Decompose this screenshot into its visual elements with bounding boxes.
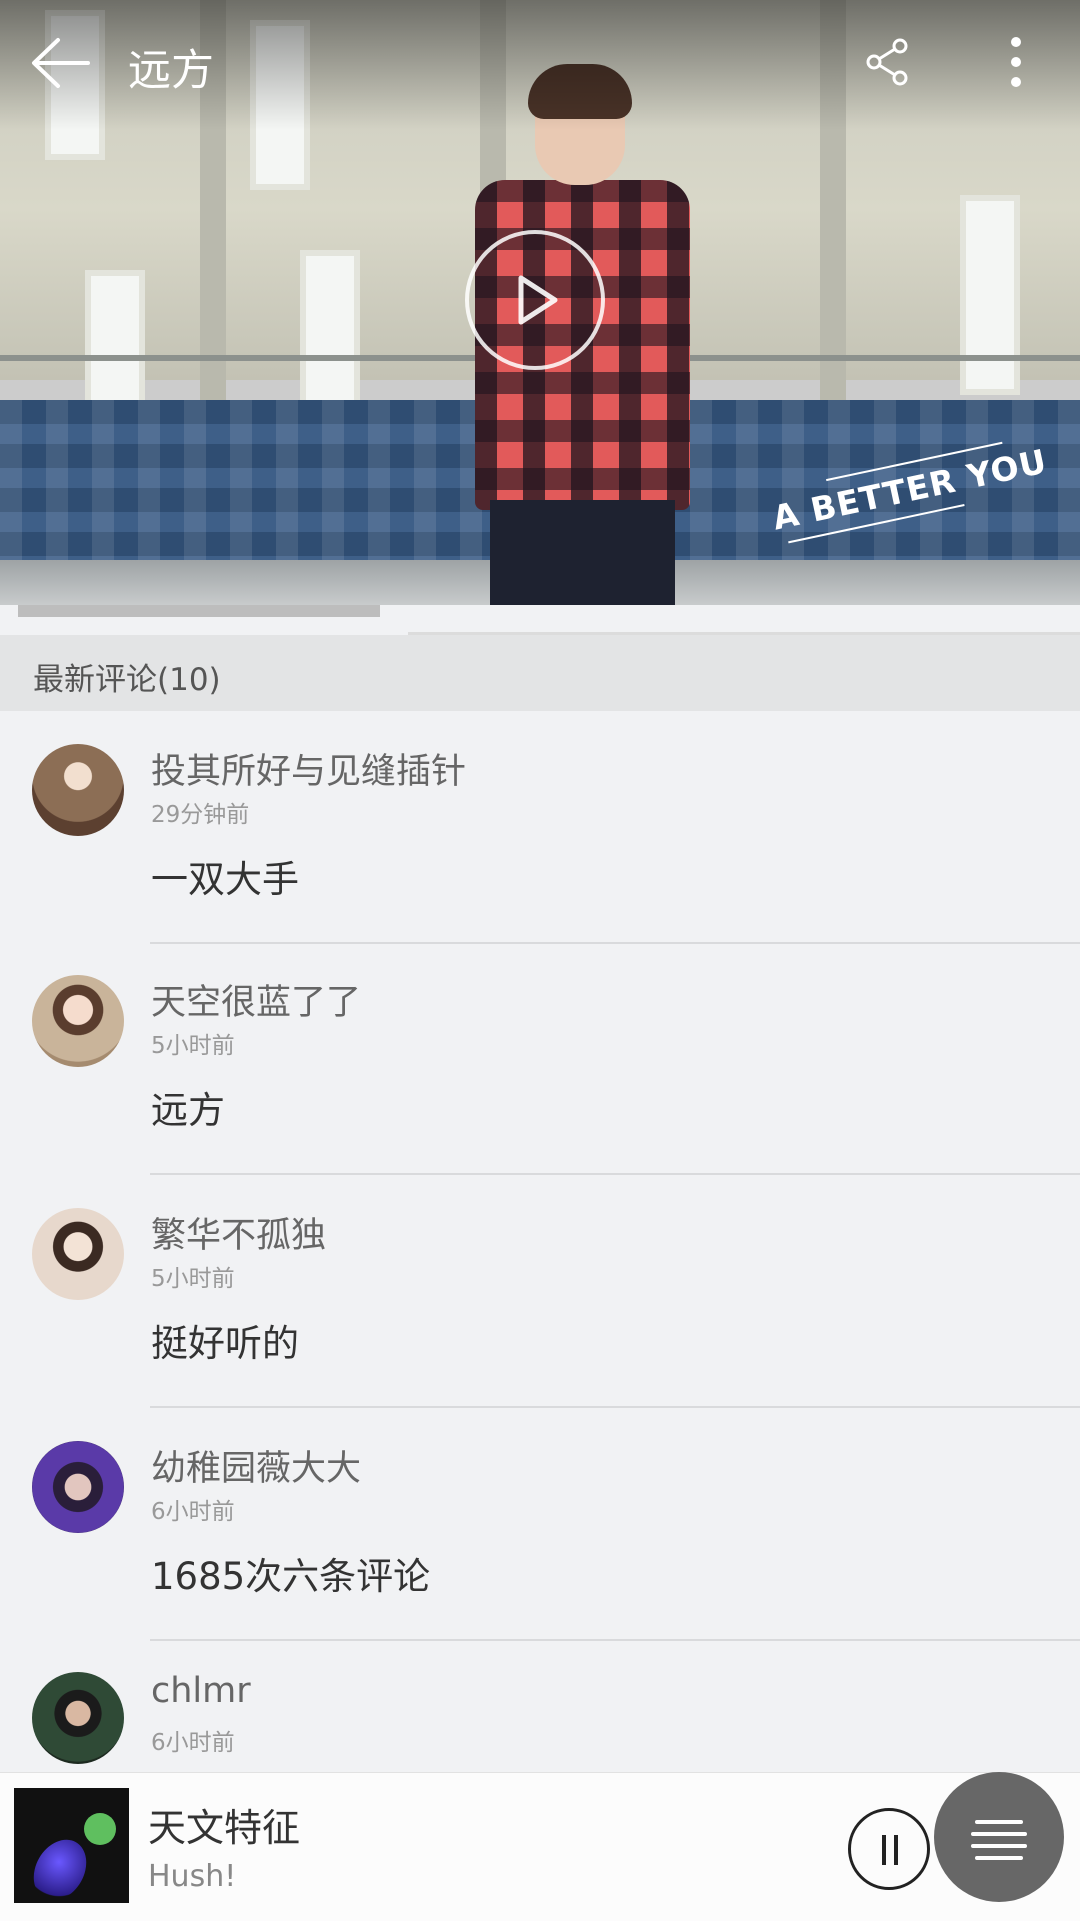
back-button[interactable] (26, 28, 96, 98)
song-title: 天文特征 (148, 1806, 301, 1850)
more-options-button[interactable] (990, 34, 1042, 90)
mini-player[interactable]: 天文特征 Hush! (0, 1772, 1080, 1921)
page-title: 远方 (128, 46, 214, 96)
share-icon (866, 38, 908, 86)
play-button[interactable] (465, 230, 605, 370)
play-icon (518, 275, 558, 325)
playlist-icon (975, 1820, 1023, 1824)
comment-username[interactable]: chlmr (151, 1671, 251, 1711)
back-arrow-icon (32, 38, 90, 88)
comment-username[interactable]: 天空很蓝了了 (151, 974, 361, 1025)
song-artist: Hush! (148, 1859, 237, 1894)
comment-username[interactable]: 投其所好与见缝插针 (151, 743, 466, 794)
comment-item[interactable]: 天空很蓝了了 5小时前 远方 (0, 866, 1080, 1175)
top-bar: 远方 (0, 0, 1080, 124)
comment-item[interactable]: 幼稚园薇大大 6小时前 1685次六条评论 (0, 1332, 1080, 1641)
video-window (85, 270, 145, 420)
comment-username[interactable]: 繁华不孤独 (151, 1207, 326, 1258)
comment-item[interactable]: 投其所好与见缝插针 29分钟前 一双大手 (0, 635, 1080, 944)
playlist-button[interactable] (934, 1772, 1064, 1902)
comment-time: 6小时前 (151, 1499, 235, 1525)
avatar[interactable] (32, 744, 124, 836)
comment-time: 29分钟前 (151, 802, 250, 828)
share-button[interactable] (860, 34, 916, 90)
comment-time: 6小时前 (151, 1730, 235, 1756)
video-window (300, 250, 360, 410)
comment-time: 5小时前 (151, 1033, 235, 1059)
album-art[interactable] (14, 1788, 129, 1903)
avatar[interactable] (32, 1208, 124, 1300)
pause-button[interactable] (848, 1808, 930, 1890)
video-window (960, 195, 1020, 395)
comment-username[interactable]: 幼稚园薇大大 (151, 1440, 361, 1491)
more-vertical-icon (1011, 37, 1021, 87)
comment-item[interactable]: 繁华不孤独 5小时前 挺好听的 (0, 1099, 1080, 1408)
video-progress-thumb[interactable] (18, 605, 380, 617)
avatar[interactable] (32, 975, 124, 1067)
avatar[interactable] (32, 1441, 124, 1533)
comment-time: 5小时前 (151, 1266, 235, 1292)
comment-item[interactable]: chlmr 6小时前 (0, 1563, 1080, 1795)
avatar[interactable] (32, 1672, 124, 1764)
